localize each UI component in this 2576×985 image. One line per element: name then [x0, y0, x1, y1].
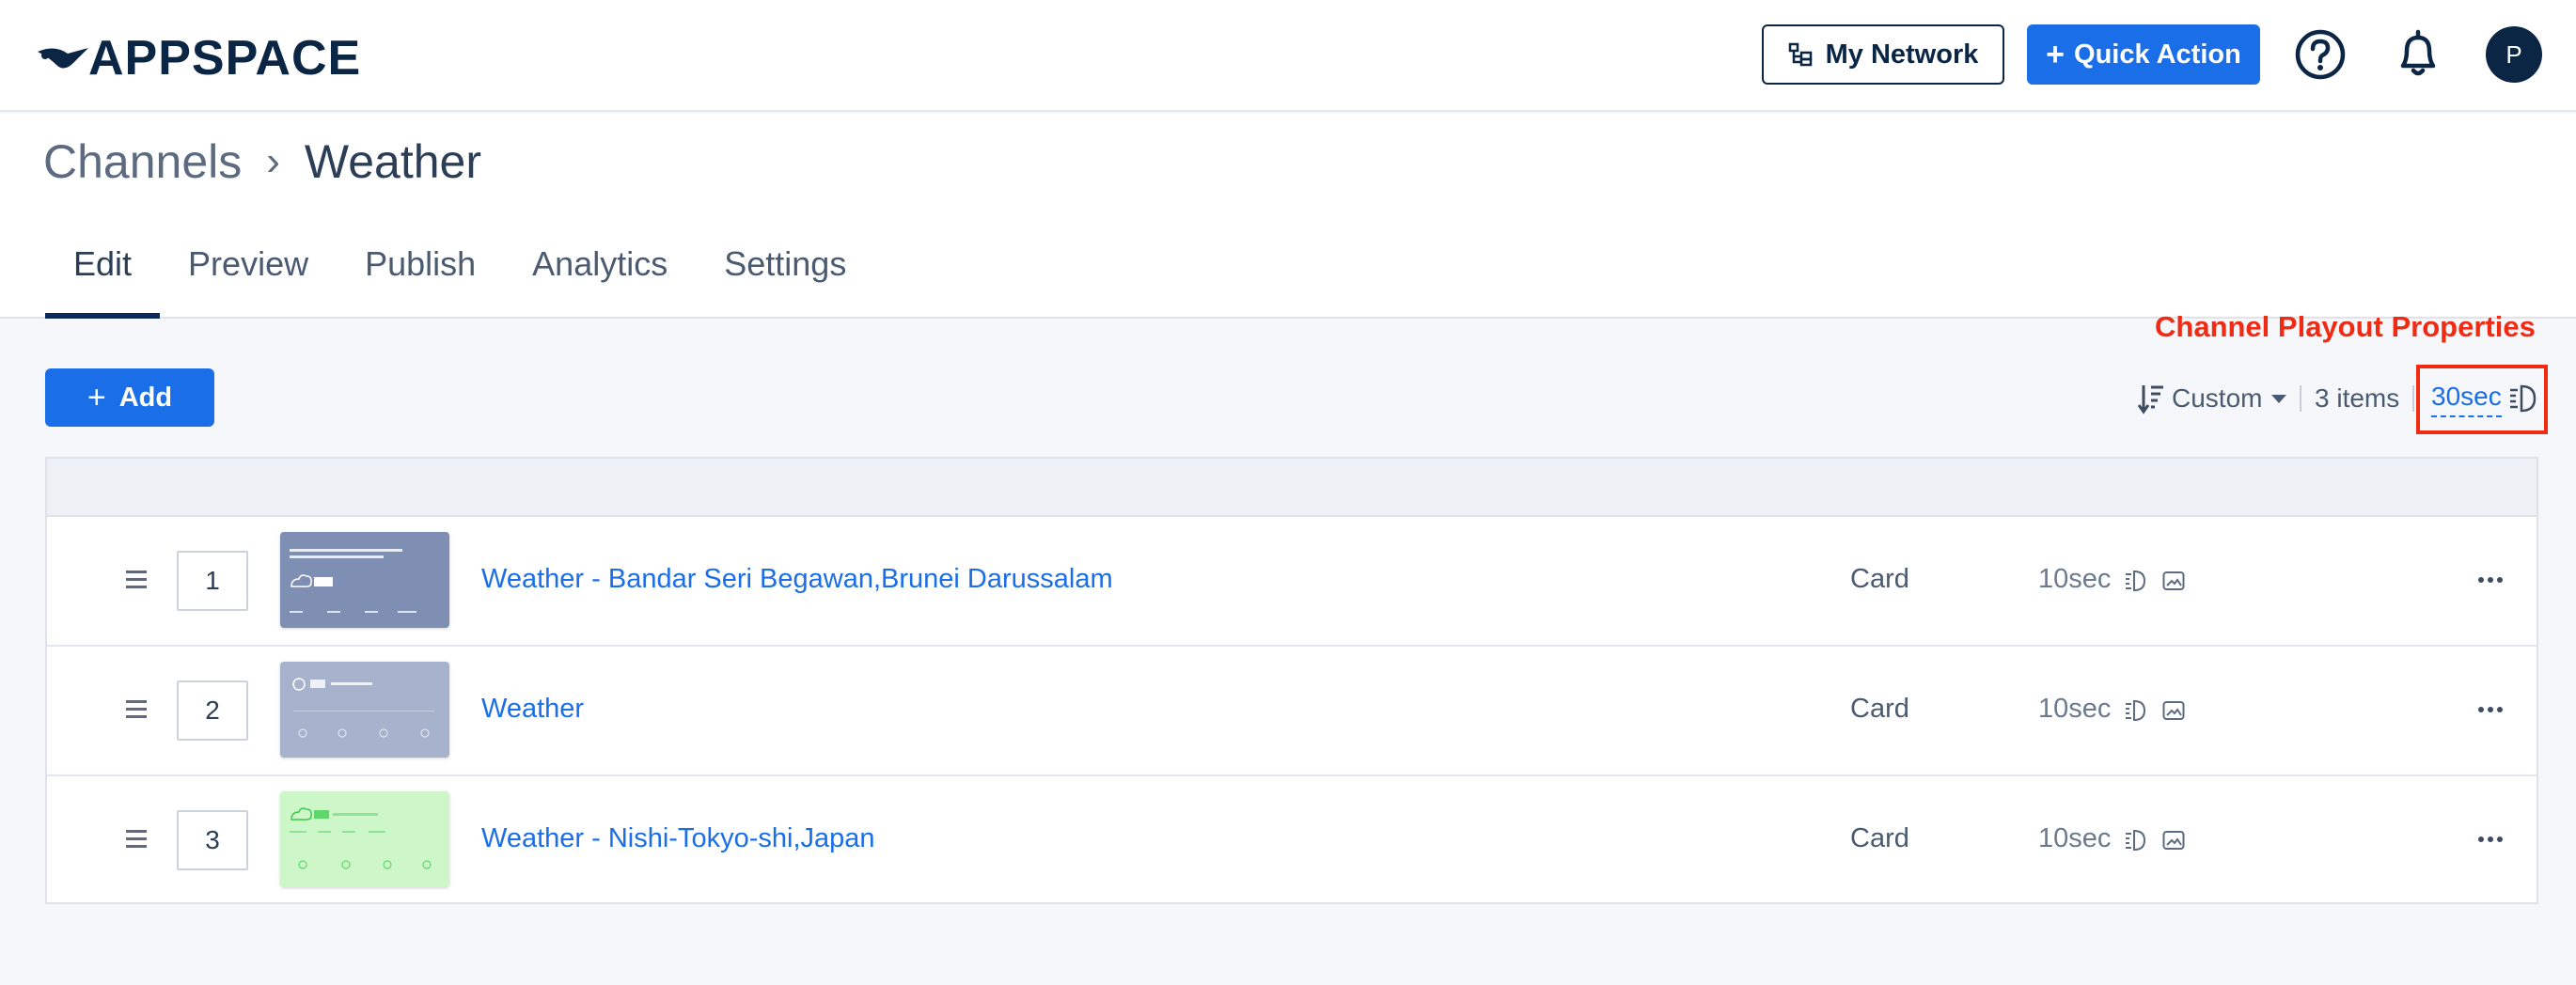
- sort-icon: [2138, 385, 2163, 414]
- weather-card-thumbnail: [280, 532, 449, 628]
- drag-handle-icon[interactable]: [126, 571, 147, 589]
- quick-action-label: Quick Action: [2074, 39, 2241, 70]
- app-header: APPSPACE My Network + Quick Action P: [0, 0, 2576, 112]
- avatar[interactable]: P: [2486, 26, 2542, 83]
- table-row: 3 Weather - Nishi-Tokyo-shi,Japan Card 1…: [47, 776, 2537, 906]
- order-input[interactable]: 1: [177, 551, 248, 611]
- more-options-icon[interactable]: [2478, 699, 2503, 720]
- tab-analytics[interactable]: Analytics: [504, 232, 696, 319]
- channel-items-table: 1 Weather - Bandar Seri Begawan,Brunei D…: [45, 457, 2538, 904]
- item-type: Card: [1850, 694, 1909, 724]
- image-icon[interactable]: [2162, 700, 2185, 721]
- item-thumbnail[interactable]: [280, 532, 449, 628]
- plus-icon: +: [2046, 37, 2066, 72]
- item-type: Card: [1850, 564, 1909, 594]
- drag-handle-icon[interactable]: [126, 700, 147, 719]
- items-count: 3 items: [2315, 383, 2400, 413]
- page-title: Weather: [304, 135, 481, 188]
- duration-icon[interactable]: [2125, 570, 2145, 592]
- breadcrumb: Channels › Weather: [43, 134, 481, 189]
- sort-label: Custom: [2172, 383, 2263, 413]
- help-icon[interactable]: [2294, 28, 2347, 81]
- order-input[interactable]: 2: [177, 680, 248, 741]
- tab-settings[interactable]: Settings: [696, 232, 874, 319]
- item-title-link[interactable]: Weather - Nishi-Tokyo-shi,Japan: [481, 823, 875, 854]
- drag-handle-icon[interactable]: [126, 830, 147, 849]
- annotation-label: Channel Playout Properties: [2155, 310, 2536, 343]
- tab-edit[interactable]: Edit: [45, 232, 161, 319]
- item-duration: 10sec: [2038, 694, 2112, 724]
- breadcrumb-channels[interactable]: Channels: [43, 134, 242, 189]
- more-options-icon[interactable]: [2478, 570, 2503, 590]
- network-icon: [1788, 42, 1812, 67]
- table-header: [47, 459, 2537, 517]
- plus-icon: +: [86, 379, 106, 415]
- add-label: Add: [118, 382, 173, 413]
- caret-down-icon: [2271, 394, 2287, 403]
- page-topbar: Channels › Weather Edit Preview Publish …: [0, 114, 2576, 319]
- duration-icon[interactable]: [2125, 829, 2145, 852]
- order-input[interactable]: 3: [177, 810, 248, 870]
- tab-publish[interactable]: Publish: [337, 232, 504, 319]
- weather-card-thumbnail: [280, 791, 449, 887]
- table-row: 2 Weather Card 10sec: [47, 647, 2537, 776]
- item-title-link[interactable]: Weather - Bandar Seri Begawan,Brunei Dar…: [481, 564, 1113, 595]
- bell-icon[interactable]: [2392, 26, 2444, 81]
- logo-text: APPSPACE: [88, 31, 362, 86]
- divider: [2412, 385, 2414, 412]
- item-title-link[interactable]: Weather: [481, 694, 584, 725]
- add-button[interactable]: + Add: [45, 368, 214, 427]
- quick-action-button[interactable]: + Quick Action: [2027, 24, 2260, 85]
- divider: [2300, 385, 2301, 412]
- logo-mark-icon: [38, 48, 88, 69]
- playout-duration-icon[interactable]: [2508, 383, 2537, 414]
- duration-icon[interactable]: [2125, 699, 2145, 722]
- sort-dropdown[interactable]: Custom: [2138, 380, 2287, 417]
- chevron-right-icon: ›: [266, 138, 280, 184]
- image-icon[interactable]: [2162, 571, 2185, 591]
- more-options-icon[interactable]: [2478, 829, 2503, 850]
- my-network-label: My Network: [1825, 39, 1979, 70]
- weather-card-thumbnail: [280, 662, 449, 758]
- appspace-logo[interactable]: APPSPACE: [36, 30, 361, 86]
- tab-bar: Edit Preview Publish Analytics Settings: [45, 232, 874, 319]
- item-duration: 10sec: [2038, 823, 2112, 853]
- item-duration: 10sec: [2038, 564, 2112, 594]
- tab-preview[interactable]: Preview: [160, 232, 337, 319]
- image-icon[interactable]: [2162, 830, 2185, 851]
- item-type: Card: [1850, 823, 1909, 853]
- my-network-button[interactable]: My Network: [1762, 24, 2004, 85]
- item-thumbnail[interactable]: [280, 791, 449, 887]
- table-row: 1 Weather - Bandar Seri Begawan,Brunei D…: [47, 517, 2537, 647]
- total-duration-link[interactable]: 30sec: [2431, 380, 2502, 417]
- item-thumbnail[interactable]: [280, 662, 449, 758]
